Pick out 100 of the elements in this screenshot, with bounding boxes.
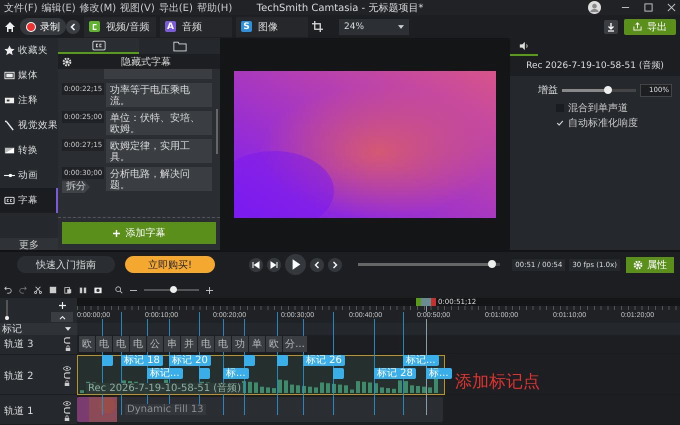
next-frame-icon[interactable] (267, 258, 282, 272)
dropdown-icon[interactable] (65, 327, 71, 332)
caption-text-field[interactable] (104, 69, 212, 79)
menu-item[interactable]: 帮助(H) (196, 0, 232, 14)
marker-flag[interactable] (244, 354, 255, 366)
back-icon[interactable] (66, 20, 80, 34)
magnet-icon[interactable] (64, 337, 71, 344)
collapse-button[interactable] (51, 312, 73, 322)
previous-icon[interactable] (310, 258, 324, 272)
search-icon[interactable] (115, 286, 123, 294)
settings-icon[interactable] (62, 56, 72, 66)
caption-clip[interactable]: 电 (130, 336, 146, 352)
caption-clip[interactable]: 串 (164, 336, 180, 352)
close-icon[interactable] (667, 3, 676, 12)
caption-clip[interactable]: 欧 (266, 336, 282, 352)
copy-icon[interactable] (49, 286, 57, 294)
menu-item[interactable]: 文件(F) (4, 0, 38, 14)
lock-icon[interactable] (64, 345, 70, 352)
cut-icon[interactable] (34, 286, 42, 294)
home-icon[interactable] (4, 20, 16, 32)
add-caption-button[interactable]: 添加字幕 (62, 222, 216, 244)
magnet-icon[interactable] (64, 372, 70, 379)
undo-icon[interactable] (4, 286, 12, 294)
sidebar-item[interactable]: 注释 (0, 88, 58, 113)
media-clip[interactable]: Dynamic Fill 13 (77, 397, 443, 422)
caption-text-field[interactable]: 分析电路，解决问题。 (106, 167, 212, 191)
toolbar-tab[interactable]: S 图像 (236, 16, 308, 36)
caption-text-field[interactable]: 单位：伏特、安培、欧姆。 (106, 111, 212, 135)
split-button[interactable]: 拆分 (62, 181, 90, 193)
toolbar-tab[interactable]: A 音频 (160, 16, 232, 36)
paste-icon[interactable] (64, 286, 72, 294)
caption-text-field[interactable]: 功率等于电压乘电流。 (106, 83, 212, 107)
toolbar-tab[interactable]: 视频/音频 (84, 16, 156, 36)
sidebar-item[interactable]: 收藏夹 (0, 38, 58, 63)
properties-button[interactable]: 属性 (626, 256, 674, 272)
progress-handle[interactable] (488, 260, 496, 268)
menu-item[interactable]: 视图(V) (120, 0, 155, 14)
crop-icon[interactable] (312, 21, 323, 32)
caption-clip[interactable]: 电 (198, 336, 214, 352)
menu-item[interactable]: 编辑(E) (42, 0, 76, 14)
buy-now-button[interactable]: 立即购买! (125, 256, 215, 273)
next-icon[interactable] (328, 258, 342, 272)
zoom-dropdown[interactable]: 24% (339, 18, 409, 34)
menu-item[interactable]: 导出(E) (158, 0, 193, 14)
folder-icon (172, 40, 186, 52)
panel-tab[interactable] (58, 38, 139, 54)
record-button[interactable]: 录制 (20, 18, 66, 35)
caption-clip[interactable]: 欧 (79, 336, 95, 352)
gain-label: 增益 (538, 84, 558, 97)
gain-slider-handle[interactable] (604, 86, 612, 94)
caption-clip[interactable]: 电 (215, 336, 231, 352)
play-icon[interactable] (285, 254, 306, 275)
media-icon (4, 70, 15, 81)
redo-icon[interactable] (19, 286, 27, 294)
quick-start-button[interactable]: 快速入门指南 (17, 256, 115, 273)
caption-text-field[interactable]: 欧姆定律，实用工具。 (106, 139, 212, 163)
avatar-icon[interactable] (588, 1, 601, 14)
export-icon (633, 22, 642, 31)
checkbox[interactable] (556, 118, 564, 126)
caption-clip[interactable]: 功 (232, 336, 248, 352)
marker-flag[interactable] (333, 368, 344, 379)
caption-clip[interactable]: 并 (181, 336, 197, 352)
eye-icon[interactable] (63, 366, 71, 371)
marker-flag[interactable] (277, 354, 288, 366)
sidebar-item[interactable]: 动画 (0, 163, 58, 188)
caption-clip[interactable]: 公 (147, 336, 163, 352)
export-button[interactable]: 导出 (624, 18, 676, 34)
marker-flag[interactable] (102, 354, 113, 366)
track-name: 轨道 3 (4, 338, 34, 352)
checkbox-label: 混合到单声道 (568, 102, 628, 114)
lock-icon[interactable] (64, 380, 70, 386)
download-icon[interactable] (604, 20, 618, 34)
cc-icon (4, 195, 15, 206)
more-button[interactable]: 更多 (0, 238, 58, 250)
caption-clip[interactable]: 单 (249, 336, 265, 352)
caption-clip[interactable]: 分... (283, 336, 307, 352)
camera-icon[interactable] (94, 286, 102, 294)
previous-frame-icon[interactable] (249, 258, 264, 272)
playback-progress[interactable] (358, 263, 500, 266)
zoom-slider-handle[interactable] (170, 286, 177, 293)
maximize-icon[interactable] (644, 3, 653, 12)
panel-tab[interactable] (139, 38, 220, 54)
playhead-handle[interactable] (416, 298, 436, 306)
sidebar-item[interactable]: 转换 (0, 138, 58, 163)
lock-icon[interactable] (64, 414, 70, 421)
zoom-in-icon[interactable] (206, 286, 213, 294)
clip-name: Dynamic Fill 13 (125, 404, 206, 416)
note-icon (4, 95, 15, 106)
sidebar-item[interactable]: 视觉效果 (0, 113, 58, 138)
caption-clip[interactable]: 电 (113, 336, 129, 352)
wand-icon (4, 120, 15, 131)
magnet-icon[interactable] (64, 406, 70, 414)
sidebar-item[interactable]: 媒体 (0, 63, 58, 88)
caption-clip[interactable]: 电 (96, 336, 112, 352)
split-icon[interactable] (79, 286, 87, 294)
marker-flag[interactable] (199, 368, 210, 379)
eye-icon[interactable] (63, 400, 71, 406)
menu-item[interactable]: 修改(M) (80, 0, 116, 14)
sidebar-item[interactable]: 字幕 (0, 188, 58, 213)
tab-icon: S (241, 21, 252, 32)
